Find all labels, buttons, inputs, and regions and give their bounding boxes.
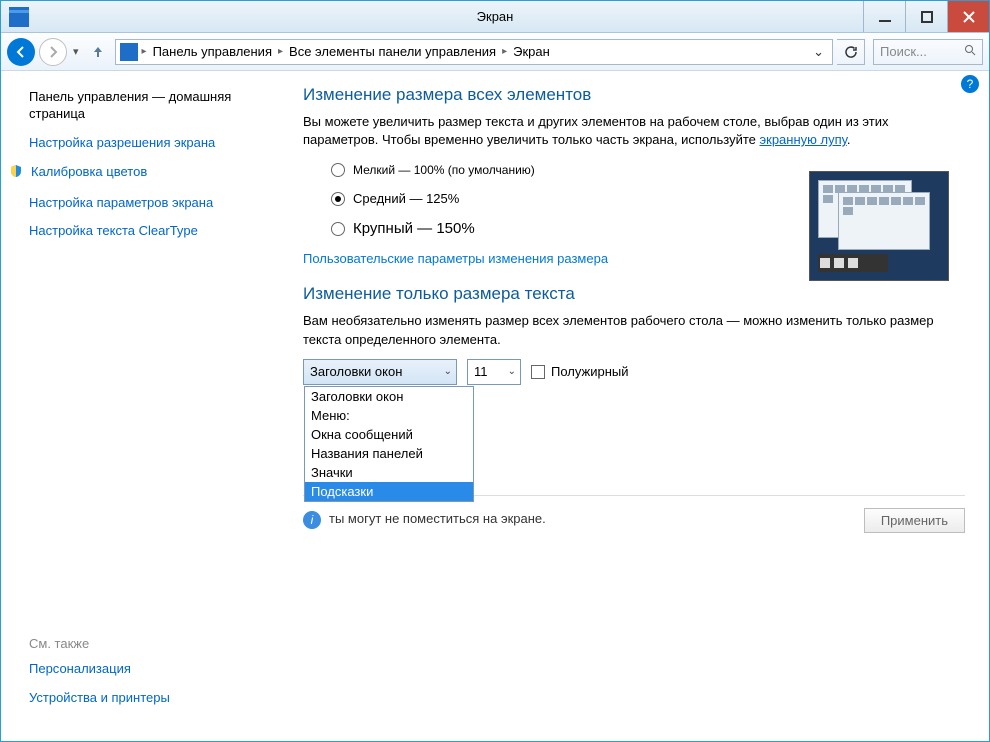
dropdown-option[interactable]: Меню: [305, 406, 473, 425]
recent-locations-button[interactable]: ▾ [71, 45, 81, 58]
see-also-heading: См. также [29, 636, 253, 651]
info-icon: i [303, 511, 321, 529]
search-icon [964, 44, 976, 59]
sidebar-link-calibration[interactable]: Калибровка цветов [29, 164, 253, 183]
app-icon [9, 7, 29, 27]
help-button[interactable]: ? [961, 75, 979, 93]
sidebar-link-params[interactable]: Настройка параметров экрана [29, 195, 253, 212]
forward-button[interactable] [39, 38, 67, 66]
section-description-2: Вам необязательно изменять размер всех э… [303, 312, 965, 348]
element-dropdown: Заголовки окон Меню: Окна сообщений Назв… [304, 386, 474, 502]
breadcrumb-segment[interactable]: Все элементы панели управления [285, 44, 500, 59]
main-content: ? Изменение размера всех элементов Вы мо… [263, 71, 989, 741]
sidebar-home-link[interactable]: Панель управления — домашняя страница [29, 89, 253, 123]
maximize-button[interactable] [905, 1, 947, 32]
sidebar-link-personalization[interactable]: Персонализация [29, 661, 253, 678]
radio-icon [331, 192, 345, 206]
section-heading-textsize: Изменение только размера текста [303, 284, 965, 304]
sidebar-link-devices[interactable]: Устройства и принтеры [29, 690, 253, 707]
breadcrumb-segment[interactable]: Панель управления [149, 44, 276, 59]
titlebar: Экран [1, 1, 989, 33]
dropdown-option[interactable]: Окна сообщений [305, 425, 473, 444]
shield-icon [9, 164, 25, 183]
section-heading-size: Изменение размера всех элементов [303, 85, 965, 105]
search-input[interactable]: Поиск... [873, 39, 983, 65]
sidebar-link-cleartype[interactable]: Настройка текста ClearType [29, 223, 253, 240]
dropdown-option[interactable]: Названия панелей [305, 444, 473, 463]
breadcrumb-segment[interactable]: Экран [509, 44, 554, 59]
section-description: Вы можете увеличить размер текста и друг… [303, 113, 965, 149]
checkbox-icon [531, 365, 545, 379]
radio-icon [331, 222, 345, 236]
dropdown-option[interactable]: Подсказки [305, 482, 473, 501]
close-button[interactable] [947, 1, 989, 32]
location-icon [120, 43, 138, 61]
apply-button[interactable]: Применить [864, 508, 965, 533]
preview-image [809, 171, 949, 281]
refresh-button[interactable] [837, 39, 865, 65]
search-placeholder: Поиск... [880, 44, 927, 59]
nav-toolbar: ▾ ▸ Панель управления ▸ Все элементы пан… [1, 33, 989, 71]
back-button[interactable] [7, 38, 35, 66]
dropdown-option[interactable]: Значки [305, 463, 473, 482]
chevron-right-icon: ▸ [502, 46, 507, 57]
window: Экран ▾ ▸ Панель управления ▸ Все элемен… [0, 0, 990, 742]
sidebar-link-resolution[interactable]: Настройка разрешения экрана [29, 135, 253, 152]
address-bar[interactable]: ▸ Панель управления ▸ Все элементы панел… [115, 39, 833, 65]
radio-icon [331, 163, 345, 177]
magnifier-link[interactable]: экранную лупу [760, 132, 847, 147]
chevron-right-icon: ▸ [142, 46, 147, 57]
chevron-right-icon: ▸ [278, 46, 283, 57]
element-combo[interactable]: Заголовки окон ⌄ Заголовки окон Меню: Ок… [303, 359, 457, 385]
overflow-note: ты могут не поместиться на экране. [329, 511, 546, 529]
chevron-down-icon: ⌄ [508, 366, 516, 377]
address-dropdown-button[interactable]: ⌄ [809, 44, 828, 60]
window-title: Экран [1, 9, 989, 24]
sidebar: Панель управления — домашняя страница На… [1, 71, 263, 741]
up-button[interactable] [85, 39, 111, 65]
dropdown-option[interactable]: Заголовки окон [305, 387, 473, 406]
minimize-button[interactable] [863, 1, 905, 32]
chevron-down-icon: ⌄ [444, 366, 452, 377]
fontsize-combo[interactable]: 11 ⌄ [467, 359, 521, 385]
bold-checkbox[interactable]: Полужирный [531, 364, 629, 379]
